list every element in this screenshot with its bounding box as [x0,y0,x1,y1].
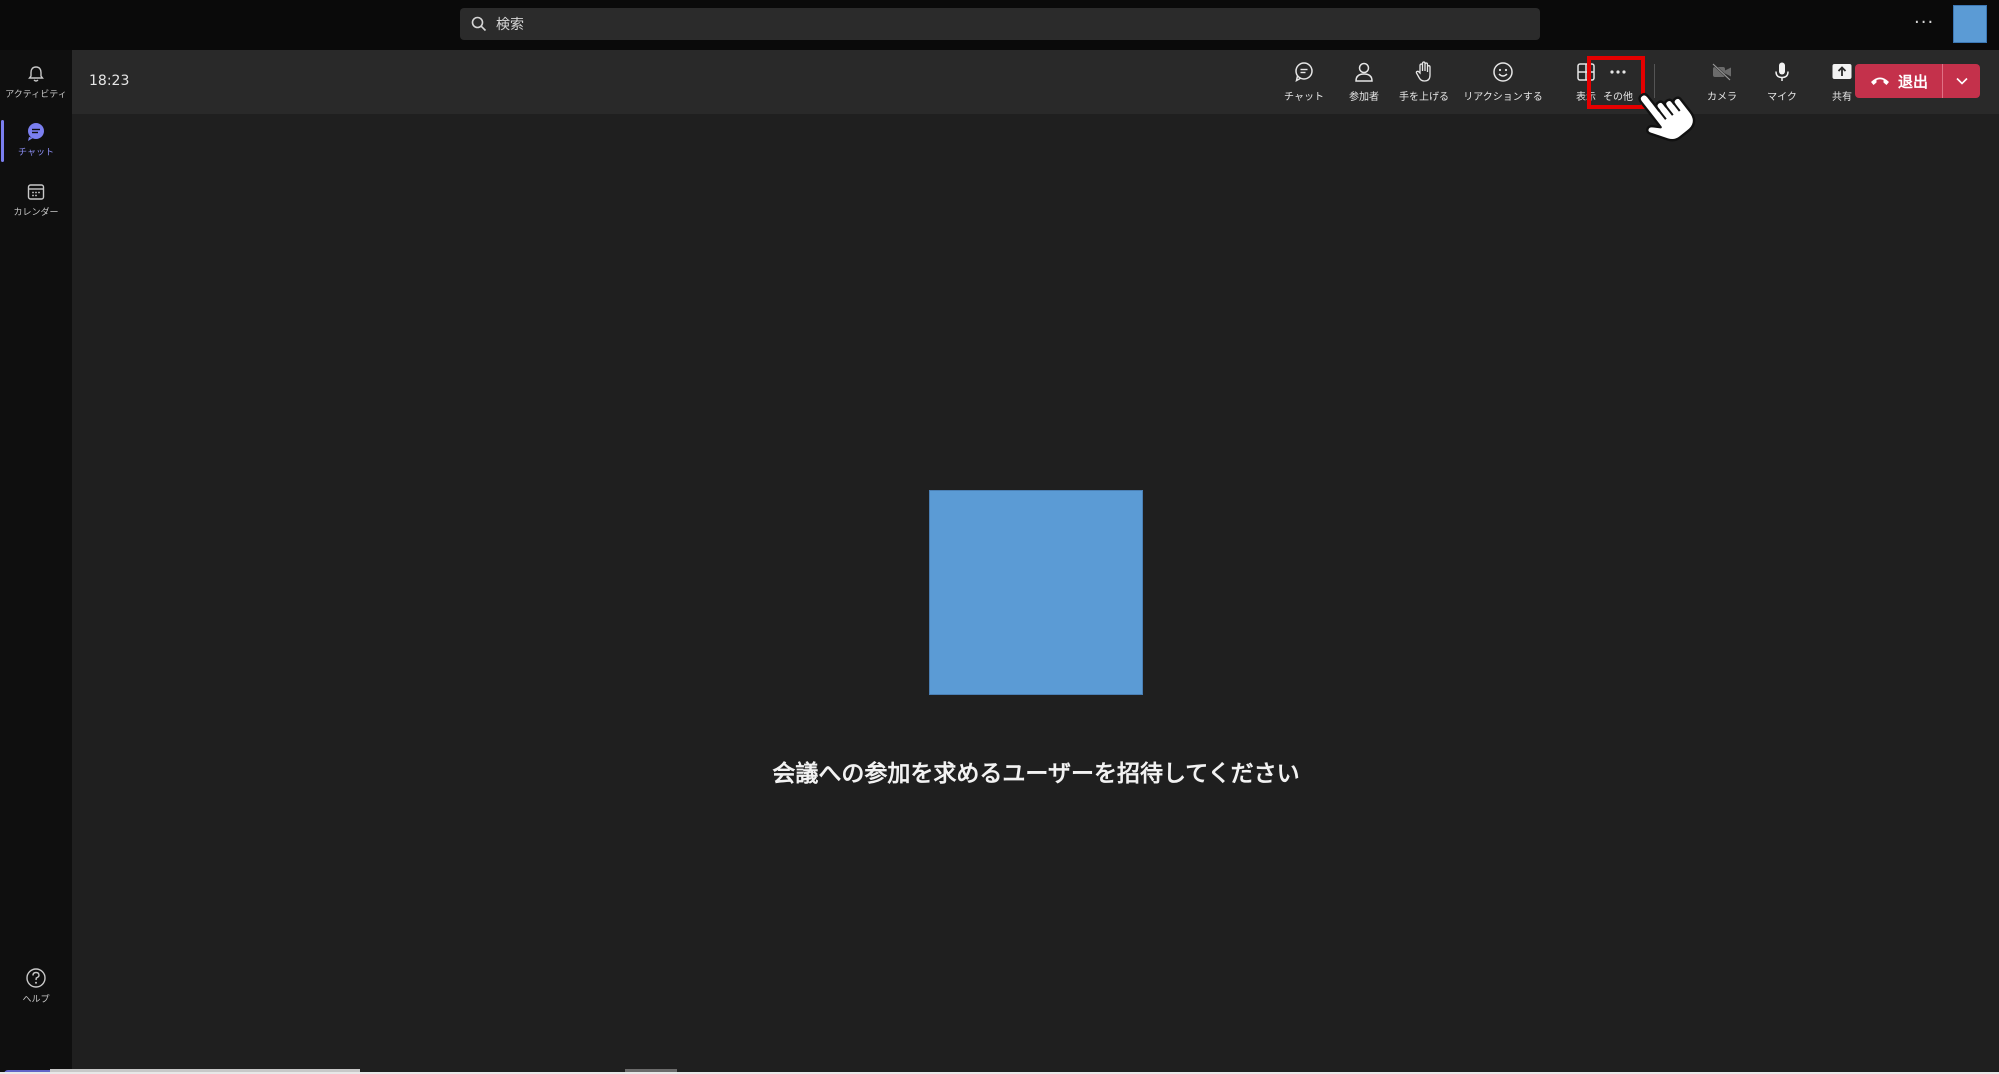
search-icon [471,16,487,32]
chat-button[interactable]: チャット [1276,60,1332,110]
toolbar-button-label: カメラ [1707,92,1737,103]
rail-item-label: ヘルプ [22,995,50,1005]
leave-button-group: 退出 [1855,64,1980,98]
rail-item-label: アクティビティ [5,90,67,100]
meeting-timer: 18:23 [89,73,130,89]
invite-placeholder-tile [929,490,1143,695]
calendar-icon [27,184,45,200]
hang-up-icon [1870,77,1889,85]
bell-icon [28,66,44,82]
chevron-down-icon [1955,77,1968,85]
pointer-hand-icon [1638,92,1696,142]
participants-button[interactable]: 参加者 [1336,60,1392,110]
toolbar-button-label: リアクションする [1463,92,1543,103]
people-icon [1355,62,1373,82]
invite-message: 会議への参加を求めるユーザーを招待してください [772,761,1300,787]
chat-icon [28,123,44,141]
camera-button[interactable]: カメラ [1694,60,1750,110]
react-button[interactable]: リアクションする [1448,60,1558,110]
toolbar-button-label: 共有 [1832,92,1852,103]
rail-item-activity[interactable]: アクティビティ [0,54,72,110]
avatar[interactable] [1953,5,1987,43]
teams-window: 検索 ··· アクティビティ チャット カレンダー ヘルプ 18:23 チャット… [0,0,1999,1074]
search-box[interactable]: 検索 [460,8,1540,40]
leave-label: 退出 [1897,72,1928,91]
help-icon [26,968,46,988]
camera-off-icon [1712,63,1731,81]
rail-item-label: カレンダー [13,208,59,218]
rail-item-label: チャット [18,148,54,158]
raise-hand-icon [1415,61,1431,82]
toolbar-button-label: チャット [1284,92,1324,103]
leave-button[interactable]: 退出 [1855,64,1943,98]
share-icon [1832,64,1852,79]
search-placeholder: 検索 [496,17,524,33]
rail-item-chat[interactable]: チャット [0,112,72,168]
more-options-button[interactable]: ··· [1914,12,1934,33]
title-bar: 検索 ··· [0,0,1999,50]
chat-icon [1295,62,1313,82]
toolbar-button-label: マイク [1767,92,1797,103]
meeting-toolbar: 18:23 チャット 参加者 手を上げる リアクションする 表示 その他 カメラ… [72,50,1999,114]
toolbar-button-label: 手を上げる [1399,92,1449,103]
rail-item-help[interactable]: ヘルプ [0,958,72,1014]
leave-options-button[interactable] [1943,64,1980,98]
app-rail: アクティビティ チャット カレンダー ヘルプ [0,50,72,1074]
toolbar-button-label: 参加者 [1349,92,1379,103]
emoji-icon [1493,62,1513,82]
rail-item-calendar[interactable]: カレンダー [0,172,72,228]
mic-button[interactable]: マイク [1754,60,1810,110]
mic-icon [1775,62,1789,81]
